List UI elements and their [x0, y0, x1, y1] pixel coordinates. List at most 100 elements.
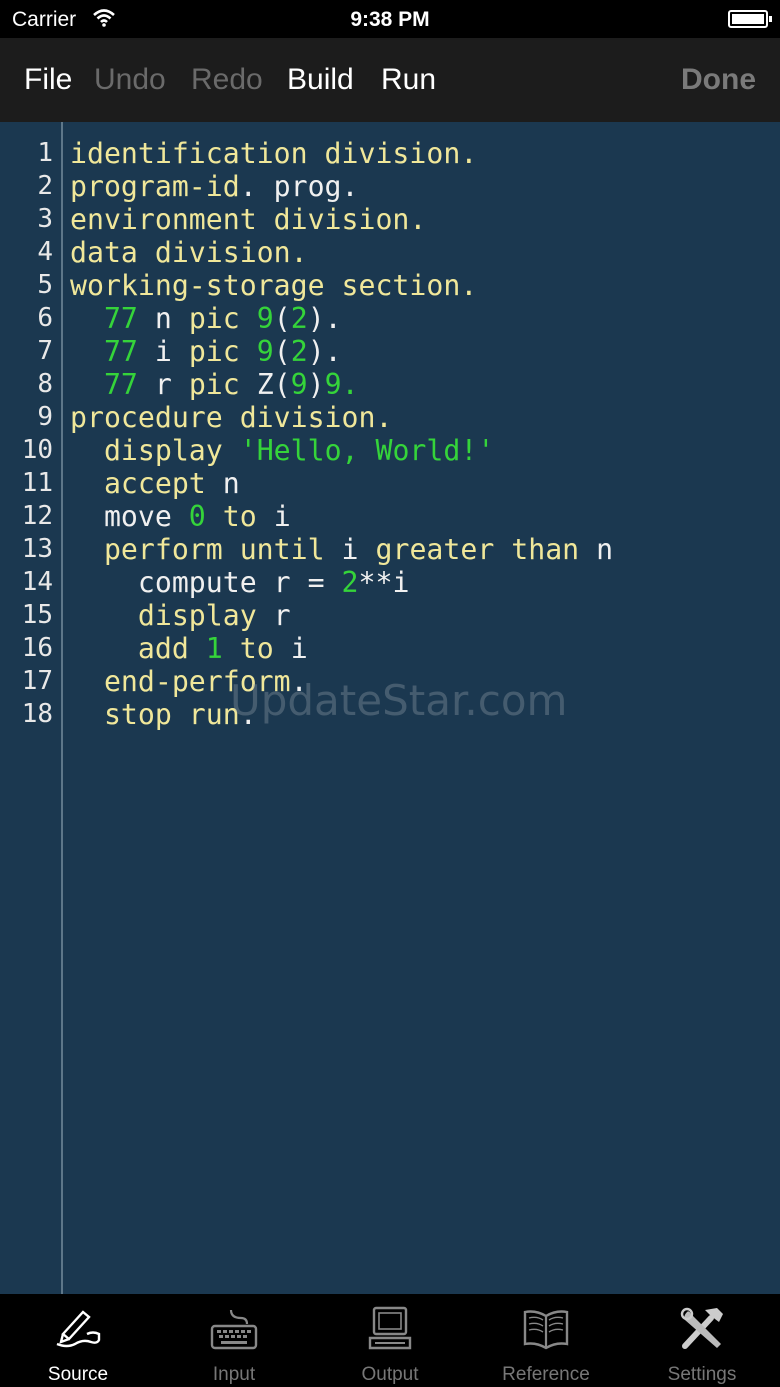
code-token: 77	[103, 335, 138, 368]
code-token: 9	[256, 335, 274, 368]
code-token: . prog.	[239, 170, 359, 203]
code-line[interactable]: working-storage section.	[70, 269, 613, 302]
code-token: n	[579, 533, 614, 566]
line-number: 11	[21, 468, 53, 498]
tab-source[interactable]: Source	[0, 1294, 156, 1387]
code-token: add	[137, 632, 189, 665]
code-token: i	[256, 500, 291, 533]
code-token: 9.	[324, 368, 359, 401]
line-numbers: 1 2 3 4 5 6 7 8 9 10 11 12 13 14 15 16 17 18	[0, 137, 53, 731]
line-number: 9	[37, 402, 53, 432]
code-token: program-id	[70, 170, 240, 203]
code-token: 1	[205, 632, 223, 665]
code-line[interactable]: identification division.	[70, 137, 613, 170]
code-token: greater than	[375, 533, 580, 566]
code-token: pic	[188, 335, 240, 368]
code-line[interactable]: 77 i pic 9(2).	[70, 335, 613, 368]
code-token: 0	[188, 500, 206, 533]
tab-source-label: Source	[47, 1364, 109, 1385]
code-line[interactable]: move 0 to i	[70, 500, 613, 533]
tab-settings-label: Settings	[667, 1364, 737, 1385]
line-number: 14	[21, 567, 53, 597]
code-token: i	[137, 335, 189, 368]
code-line[interactable]: procedure division.	[70, 401, 613, 434]
file-button[interactable]: File	[24, 63, 72, 97]
code-token: pic	[188, 302, 240, 335]
line-number: 12	[21, 501, 53, 531]
line-number: 16	[21, 633, 53, 663]
line-number: 4	[37, 237, 53, 267]
code-token: n	[205, 467, 240, 500]
code-token: 9	[256, 302, 274, 335]
tab-settings[interactable]: Settings	[624, 1294, 780, 1387]
gutter-divider	[61, 122, 63, 1294]
code-token: ).	[307, 335, 342, 368]
line-number: 1	[37, 138, 53, 168]
status-bar: Carrier 9:38 PM	[0, 0, 780, 38]
code-line[interactable]: program-id. prog.	[70, 170, 613, 203]
toolbar: File Undo Redo Build Run Done	[0, 38, 780, 122]
tab-output-label: Output	[361, 1364, 419, 1385]
undo-button[interactable]: Undo	[94, 63, 166, 97]
code-line[interactable]: 77 r pic Z(9)9.	[70, 368, 613, 401]
code-token: perform until	[103, 533, 325, 566]
line-number: 7	[37, 336, 53, 366]
source-code[interactable]: identification division. program-id. prog…	[70, 137, 613, 731]
code-line[interactable]: environment division.	[70, 203, 613, 236]
code-line[interactable]: 77 n pic 9(2).	[70, 302, 613, 335]
code-token: data division.	[70, 236, 308, 269]
line-number: 6	[37, 303, 53, 333]
code-token: move	[70, 500, 189, 533]
redo-button[interactable]: Redo	[191, 63, 263, 97]
tab-bar: Source Input Output Reference Settings	[0, 1294, 780, 1387]
code-line[interactable]: display r	[70, 599, 613, 632]
code-token: i	[324, 533, 376, 566]
code-line[interactable]: accept n	[70, 467, 613, 500]
tab-reference[interactable]: Reference	[468, 1294, 624, 1387]
code-token: to	[239, 632, 274, 665]
code-token: compute r =	[70, 566, 342, 599]
run-button[interactable]: Run	[381, 63, 436, 97]
code-token: i	[273, 632, 308, 665]
build-button[interactable]: Build	[287, 63, 354, 97]
tab-input[interactable]: Input	[156, 1294, 312, 1387]
code-token: 77	[103, 368, 138, 401]
code-token: procedure division.	[70, 401, 393, 434]
code-token: ).	[307, 302, 342, 335]
line-number: 5	[37, 270, 53, 300]
code-token: to	[222, 500, 257, 533]
code-token: 77	[103, 302, 138, 335]
code-line[interactable]: data division.	[70, 236, 613, 269]
code-token: accept	[103, 467, 206, 500]
code-token: display	[103, 434, 223, 467]
code-line[interactable]: add 1 to i	[70, 632, 613, 665]
tab-output[interactable]: Output	[312, 1294, 468, 1387]
tab-input-label: Input	[212, 1364, 256, 1385]
tab-reference-label: Reference	[502, 1364, 590, 1385]
line-number: 8	[37, 369, 53, 399]
code-line[interactable]: compute r = 2**i	[70, 566, 613, 599]
code-line[interactable]: display 'Hello, World!'	[70, 434, 613, 467]
code-token: stop run	[103, 698, 240, 731]
line-number: 2	[37, 171, 53, 201]
book-icon	[521, 1304, 571, 1352]
watermark: UpdateStar.com	[230, 676, 568, 725]
code-token: )	[307, 368, 325, 401]
line-number: 3	[37, 204, 53, 234]
pen-icon	[53, 1304, 103, 1352]
code-line[interactable]: perform until i greater than n	[70, 533, 613, 566]
line-number: 17	[21, 666, 53, 696]
done-button[interactable]: Done	[681, 63, 756, 97]
